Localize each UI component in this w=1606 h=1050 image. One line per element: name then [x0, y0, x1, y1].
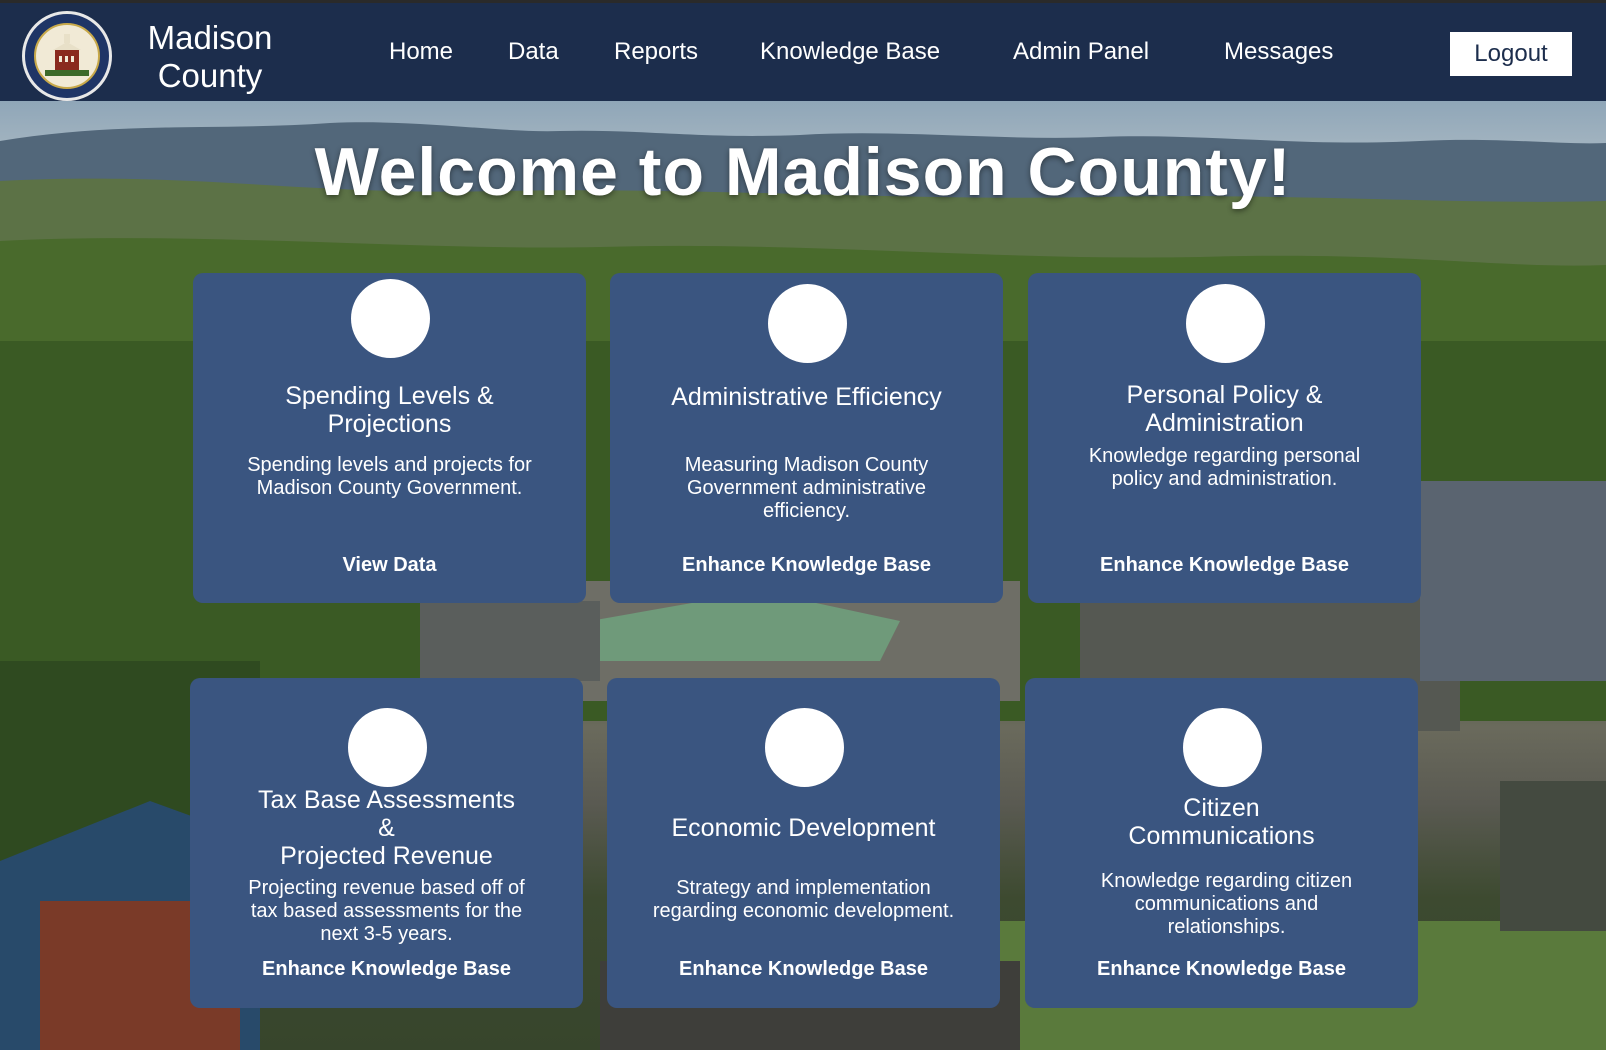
card-description: Measuring Madison County Government admi… [684, 454, 929, 522]
nav-admin-panel[interactable]: Admin Panel [1013, 37, 1149, 67]
card-title: Personal Policy & Administration [1126, 381, 1323, 437]
nav-home[interactable]: Home [389, 37, 453, 67]
brand-line-1: Madison [147, 19, 273, 56]
card-title: Citizen Communications [1128, 794, 1315, 850]
nav-reports[interactable]: Reports [614, 37, 698, 67]
enhance-knowledge-base-link[interactable]: Enhance Knowledge Base [1035, 958, 1408, 981]
hero-background-image: Welcome to Madison County! Spending Leve… [0, 101, 1606, 1050]
enhance-knowledge-base-link[interactable]: Enhance Knowledge Base [617, 958, 990, 981]
card-administrative-efficiency[interactable]: Administrative Efficiency Measuring Madi… [610, 273, 1003, 603]
nav-data[interactable]: Data [508, 37, 559, 67]
card-personal-policy[interactable]: Personal Policy & Administration Knowled… [1028, 273, 1421, 603]
card-economic-development[interactable]: Economic Development Strategy and implem… [607, 678, 1000, 1008]
enhance-knowledge-base-link[interactable]: Enhance Knowledge Base [1038, 554, 1411, 577]
card-citizen-communications[interactable]: Citizen Communications Knowledge regardi… [1025, 678, 1418, 1008]
county-seal-logo[interactable] [22, 11, 112, 101]
view-data-link[interactable]: View Data [203, 554, 576, 577]
card-title: Tax Base Assessments & Projected Revenue [257, 786, 516, 870]
nav-knowledge-base[interactable]: Knowledge Base [760, 37, 940, 67]
courthouse-icon [45, 34, 89, 76]
card-description: Knowledge regarding personal policy and … [1088, 445, 1361, 490]
card-icon [350, 279, 430, 358]
card-spending-levels[interactable]: Spending Levels & Projections Spending l… [193, 273, 586, 603]
card-description: Spending levels and projects for Madison… [247, 454, 532, 499]
card-icon [764, 708, 844, 787]
card-icon [767, 284, 847, 363]
brand-name[interactable]: Madison County [120, 19, 300, 95]
card-tax-base-assessments[interactable]: Tax Base Assessments & Projected Revenue… [190, 678, 583, 1008]
card-icon [1182, 708, 1262, 787]
card-title: Economic Development [671, 814, 936, 842]
card-icon [1185, 284, 1265, 363]
brand-line-2: County [157, 57, 263, 94]
enhance-knowledge-base-link[interactable]: Enhance Knowledge Base [620, 554, 993, 577]
enhance-knowledge-base-link[interactable]: Enhance Knowledge Base [200, 958, 573, 981]
card-title: Spending Levels & Projections [285, 382, 494, 438]
nav-messages[interactable]: Messages [1224, 37, 1333, 67]
welcome-heading: Welcome to Madison County! [314, 134, 1292, 210]
logout-button[interactable]: Logout [1450, 32, 1572, 76]
top-navbar: Madison County Home Data Reports Knowled… [0, 0, 1606, 101]
card-title: Administrative Efficiency [671, 383, 942, 411]
card-description: Strategy and implementation regarding ec… [652, 877, 955, 922]
card-description: Knowledge regarding citizen communicatio… [1100, 870, 1353, 938]
card-icon [347, 708, 427, 787]
card-description: Projecting revenue based off of tax base… [248, 877, 525, 945]
